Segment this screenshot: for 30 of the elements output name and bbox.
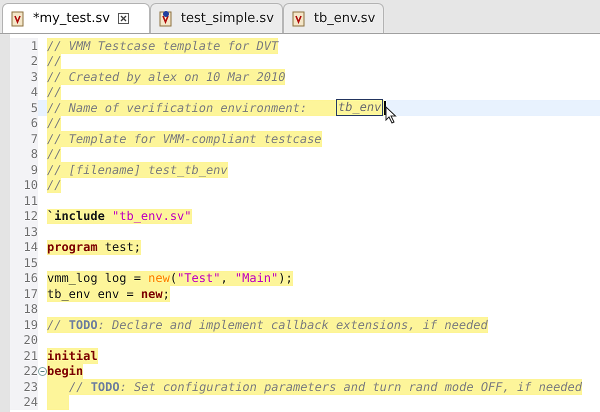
linked-edit-field[interactable]: tb_env [336,99,384,116]
line-number: 13 [24,226,38,238]
close-icon[interactable] [118,13,129,24]
line-number: 5 [30,102,38,114]
line-number: 8 [30,148,38,160]
line-number: 6 [30,117,38,130]
line-number: 4 [30,86,38,98]
line-number: 15 [24,256,38,269]
line-number: 24 [24,396,38,408]
line-number: 7 [30,132,38,145]
line-number: 9 [30,164,38,176]
line-number: 23 [24,380,38,393]
editor-tab[interactable]: tb_env.sv [282,3,384,33]
line-number: 1 [30,40,38,52]
editor-tab[interactable]: *my_test.sv [2,3,150,33]
line-number: 18 [24,303,38,316]
line-number: 14 [24,241,38,254]
line-number: 21 [24,350,38,362]
line-number: 20 [24,334,38,346]
line-number: 12 [24,210,38,222]
line-number: 19 [24,318,38,331]
line-number: 3 [30,70,38,83]
line-number: 17 [24,288,38,300]
line-number: 11 [24,194,38,207]
line-number: 2 [30,55,38,68]
line-number: 22 [24,365,38,378]
editor-tab[interactable]: test_simple.sv [150,3,283,33]
collapse-icon[interactable] [38,366,47,376]
line-number: 10 [24,179,38,192]
line-number: 16 [24,272,38,284]
